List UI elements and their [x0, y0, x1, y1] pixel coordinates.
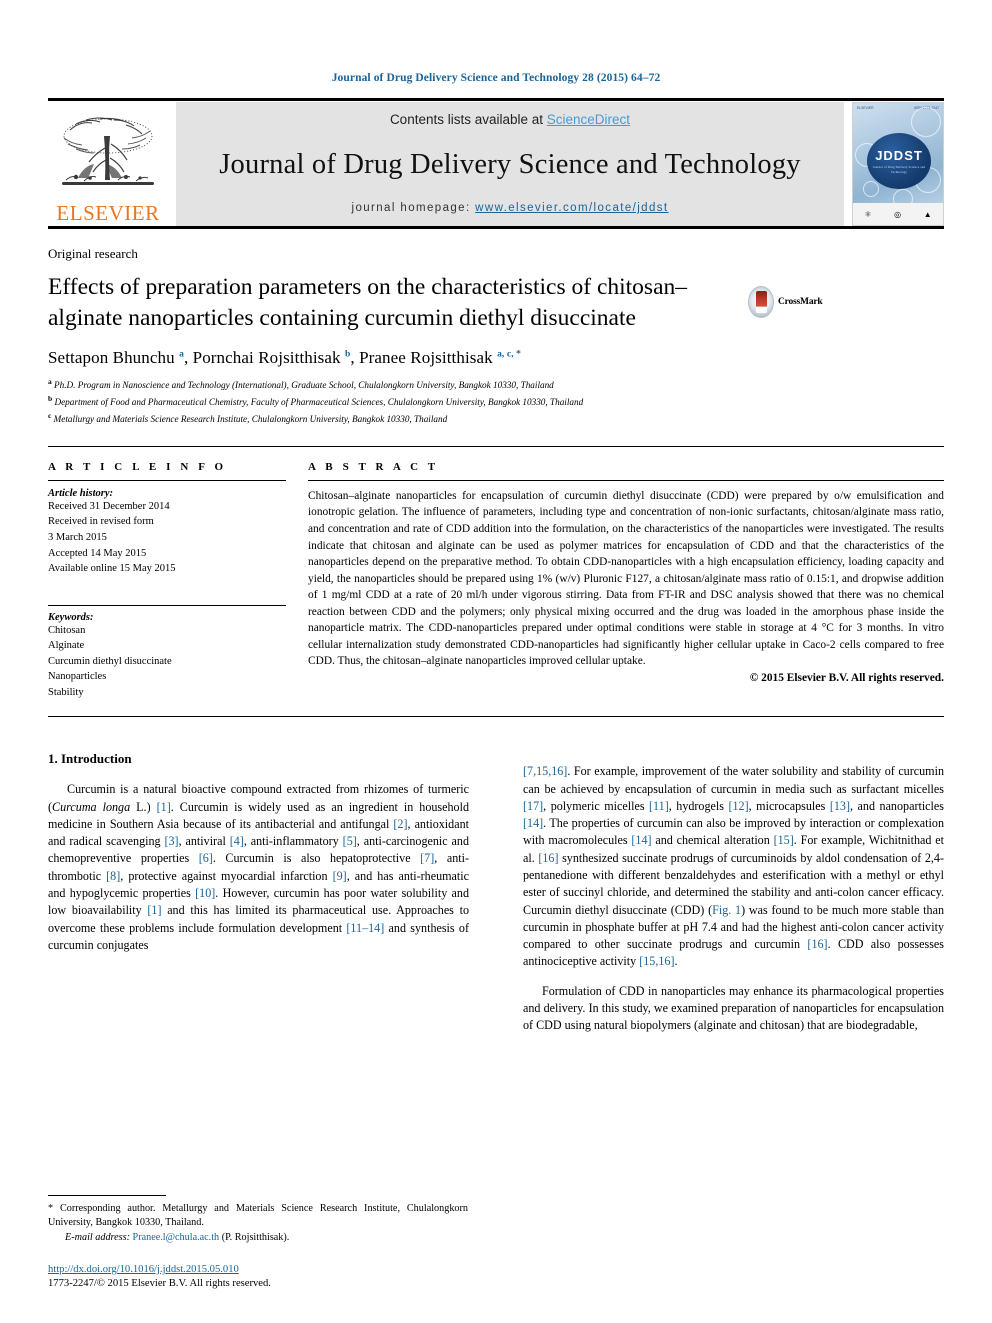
cover-disc: JDDST Journal of Drug Delivery Science a…	[867, 133, 931, 189]
panel-bottom-rule	[48, 716, 944, 718]
cover-logo-icon: ⚛	[864, 209, 872, 219]
footnote-rule	[48, 1194, 166, 1196]
keyword-item: Nanoparticles	[48, 671, 107, 683]
affiliation-item: b Department of Food and Pharmaceutical …	[48, 393, 944, 410]
running-head: Journal of Drug Delivery Science and Tec…	[331, 72, 661, 84]
article-title: Effects of preparation parameters on the…	[48, 274, 688, 332]
keyword-item: Alginate	[48, 640, 85, 652]
journal-homepage-link[interactable]: www.elsevier.com/locate/jddst	[475, 202, 668, 214]
affiliation-marker: b	[48, 394, 53, 403]
article-info-heading: A R T I C L E I N F O	[48, 460, 227, 473]
affiliation-text: Department of Food and Pharmaceutical Ch…	[54, 397, 584, 408]
journal-masthead: ELSEVIER Contents lists available at Sci…	[48, 98, 944, 229]
article-type-label: Original research	[48, 246, 138, 261]
cover-acronym: JDDST	[875, 148, 923, 163]
homepage-prefix: journal homepage:	[351, 202, 476, 214]
article-info-column: A R T I C L E I N F O Article history: R…	[48, 461, 308, 700]
keyword-item: Curcumin diethyl disuccinate	[48, 655, 172, 667]
doi-block: http://dx.doi.org/10.1016/j.jddst.2015.0…	[48, 1259, 468, 1289]
cover-bubble-icon	[863, 181, 879, 197]
journal-cover-thumbnail[interactable]: ELSEVIER ISSN 1773-2247 JDDST Journal of…	[852, 102, 944, 226]
article-history-item: Received in revised form	[48, 516, 154, 528]
crossmark-icon	[748, 286, 774, 318]
keyword-item: Chitosan	[48, 624, 86, 636]
elsevier-tree-icon	[62, 117, 154, 185]
cover-footer-logos: ⚛ ◎ ▲	[853, 203, 943, 225]
affiliation-text: Metallurgy and Materials Science Researc…	[53, 414, 448, 425]
body-paragraph: Curcumin is a natural bioactive compound…	[48, 782, 470, 952]
body-column-right: [7,15,16]. For example, improvement of t…	[496, 751, 944, 1047]
section-title-introduction: 1. Introduction	[48, 751, 132, 767]
email-label: E-mail address:	[65, 1232, 130, 1244]
article-first-page: Journal of Drug Delivery Science and Tec…	[0, 0, 992, 1323]
affiliation-marker: a	[48, 377, 52, 387]
affiliation-text: Ph.D. Program in Nanoscience and Technol…	[54, 380, 554, 391]
doi-link[interactable]: http://dx.doi.org/10.1016/j.jddst.2015.0…	[48, 1264, 239, 1275]
cover-logo-icon: ◎	[894, 209, 902, 219]
abstract-text: Chitosan–alginate nanoparticles for enca…	[308, 489, 944, 668]
abstract-heading: A B S T R A C T	[308, 460, 439, 473]
contents-available-line: Contents lists available at ScienceDirec…	[390, 112, 630, 127]
title-row: Effects of preparation parameters on the…	[48, 272, 944, 334]
keywords-label: Keywords:	[48, 611, 94, 623]
email-link[interactable]: Pranee.l@chula.ac.th	[133, 1232, 220, 1243]
body-column-left: 1. Introduction Curcumin is a natural bi…	[48, 751, 496, 1047]
masthead-center-panel: Contents lists available at ScienceDirec…	[176, 102, 844, 226]
keywords-rule	[48, 604, 286, 606]
crossmark-icon-inner	[755, 291, 767, 313]
article-head: Original research Effects of preparation…	[48, 246, 944, 1047]
affiliation-marker: c	[48, 410, 52, 420]
masthead-bottom-rule	[48, 226, 944, 229]
body-columns: 1. Introduction Curcumin is a natural bi…	[48, 751, 944, 1047]
article-history-item: Available online 15 May 2015	[48, 563, 176, 575]
body-paragraph: [7,15,16]. For example, improvement of t…	[523, 764, 944, 969]
cover-publisher-mark: ELSEVIER	[857, 106, 874, 110]
cover-logo-icon: ▲	[923, 209, 932, 219]
cover-subtitle: Journal of Drug Delivery Science and Tec…	[872, 165, 926, 174]
abstract-rule	[308, 479, 944, 481]
elsevier-logo: ELSEVIER	[48, 102, 168, 226]
page-footnote: * Corresponding author. Metallurgy and M…	[48, 1194, 468, 1289]
info-abstract-panel: A R T I C L E I N F O Article history: R…	[48, 445, 944, 718]
article-history-item: Accepted 14 May 2015	[48, 547, 147, 559]
affiliation-list: a Ph.D. Program in Nanoscience and Techn…	[48, 376, 944, 427]
corresponding-author-text: * Corresponding author. Metallurgy and M…	[48, 1202, 468, 1229]
masthead-top-rule	[48, 98, 944, 101]
crossmark-label: CrossMark	[778, 297, 823, 307]
journal-homepage-line: journal homepage: www.elsevier.com/locat…	[351, 202, 668, 214]
email-line: E-mail address: Pranee.l@chula.ac.th (P.…	[48, 1231, 468, 1246]
keyword-item: Stability	[48, 686, 84, 698]
affiliation-item: c Metallurgy and Materials Science Resea…	[48, 410, 944, 427]
body-paragraph: Formulation of CDD in nanoparticles may …	[523, 983, 944, 1033]
email-owner: (P. Rojsitthisak).	[221, 1232, 290, 1244]
article-info-rule	[48, 479, 286, 481]
abstract-column: A B S T R A C T Chitosan–alginate nanopa…	[308, 461, 944, 700]
crossmark-badge[interactable]: CrossMark	[748, 286, 823, 318]
cover-bubble-icon	[911, 107, 941, 137]
issn-copyright-line: 1773-2247/© 2015 Elsevier B.V. All right…	[48, 1278, 271, 1289]
article-history-label: Article history:	[48, 487, 114, 499]
elsevier-wordmark: ELSEVIER	[56, 201, 160, 225]
journal-title: Journal of Drug Delivery Science and Tec…	[219, 148, 801, 180]
corresponding-author-note: * Corresponding author. Metallurgy and M…	[48, 1202, 468, 1246]
abstract-copyright: © 2015 Elsevier B.V. All rights reserved…	[749, 671, 944, 684]
contents-prefix: Contents lists available at	[389, 112, 547, 127]
article-history-item: Received 31 December 2014	[48, 500, 170, 512]
sciencedirect-link[interactable]: ScienceDirect	[547, 112, 630, 127]
article-history-item: 3 March 2015	[48, 532, 107, 543]
affiliation-item: a Ph.D. Program in Nanoscience and Techn…	[48, 376, 944, 393]
author-list: Settapon Bhunchu a, Pornchai Rojsitthisa…	[48, 348, 521, 368]
